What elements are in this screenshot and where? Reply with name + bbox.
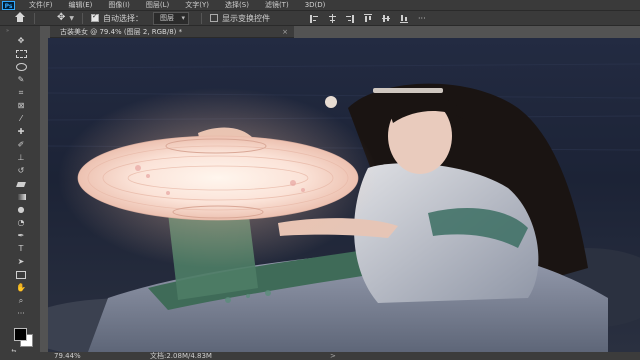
pen-tool-icon[interactable]: ✒ — [15, 232, 27, 240]
more-tools-icon[interactable]: ··· — [15, 310, 27, 318]
move-tool-icon[interactable]: ✥ — [57, 11, 65, 25]
marquee-tool-icon[interactable] — [15, 50, 27, 58]
hand-tool-icon[interactable]: ✋ — [15, 284, 27, 292]
align-center-icon[interactable] — [328, 13, 337, 23]
menu-3d[interactable]: 3D(D) — [297, 0, 334, 10]
document-size-info[interactable]: 文档:2.08M/4.83M — [150, 352, 212, 360]
align-left-icon[interactable] — [310, 14, 319, 23]
toolbox: » ✥ ✎ ⌗ ⊠ ⁄ ✚ ✐ ⊥ ↺ ● ◔ ✒ T ➤ ✋ ⌕ ··· ⇆ — [0, 26, 40, 355]
clone-stamp-tool-icon[interactable]: ⊥ — [15, 154, 27, 162]
divider — [82, 12, 84, 24]
menu-select[interactable]: 选择(S) — [217, 0, 257, 10]
zoom-level[interactable]: 79.44% — [54, 352, 81, 360]
blur-tool-icon[interactable]: ● — [15, 206, 27, 214]
frame-tool-icon[interactable]: ⊠ — [15, 102, 27, 110]
status-menu-arrow-icon[interactable]: > — [330, 352, 336, 360]
document-canvas[interactable] — [48, 38, 640, 352]
divider — [34, 12, 35, 24]
more-options-icon[interactable]: ··· — [418, 14, 426, 23]
dodge-tool-icon[interactable]: ◔ — [15, 219, 27, 227]
gradient-tool-icon[interactable] — [15, 193, 27, 201]
chevron-down-icon[interactable]: ▼ — [69, 15, 74, 22]
type-tool-icon[interactable]: T — [15, 245, 27, 253]
auto-select-checkbox[interactable] — [91, 12, 100, 22]
quick-select-tool-icon[interactable]: ✎ — [15, 76, 27, 84]
menu-image[interactable]: 图像(I) — [100, 0, 138, 10]
eraser-tool-icon[interactable] — [15, 180, 27, 188]
menu-edit[interactable]: 编辑(E) — [61, 0, 101, 10]
toolbox-grip-icon[interactable]: » — [6, 29, 36, 34]
move-tool-icon[interactable]: ✥ — [15, 37, 27, 45]
align-right-icon[interactable] — [346, 14, 355, 23]
eyedropper-tool-icon[interactable]: ⁄ — [15, 115, 27, 123]
menu-bar: Ps 文件(F) 编辑(E) 图像(I) 图层(L) 文字(Y) 选择(S) 滤… — [0, 0, 640, 10]
brush-tool-icon[interactable]: ✐ — [15, 141, 27, 149]
lasso-tool-icon[interactable] — [15, 63, 27, 71]
crop-tool-icon[interactable]: ⌗ — [15, 89, 27, 97]
healing-brush-tool-icon[interactable]: ✚ — [15, 128, 27, 136]
align-bottom-icon[interactable] — [400, 14, 409, 23]
document-title: 古装美女 @ 79.4% (图层 2, RGB/8) * — [60, 28, 183, 36]
menu-layer[interactable]: 图层(L) — [138, 0, 177, 10]
auto-select-label: 自动选择： — [103, 13, 144, 23]
close-tab-icon[interactable]: × — [282, 26, 288, 38]
menu-filter[interactable]: 滤镜(T) — [257, 0, 297, 10]
photoshop-logo[interactable]: Ps — [2, 0, 15, 10]
photo-image — [48, 38, 640, 352]
foreground-color-swatch[interactable] — [14, 328, 27, 341]
history-brush-tool-icon[interactable]: ↺ — [15, 167, 27, 175]
path-select-tool-icon[interactable]: ➤ — [15, 258, 27, 266]
options-bar: ✥ ▼ 自动选择： 图层 显示变换控件 ··· — [0, 10, 640, 26]
align-middle-icon[interactable] — [382, 14, 391, 23]
zoom-tool-icon[interactable]: ⌕ — [15, 297, 27, 305]
show-transform-label: 显示变换控件 — [222, 13, 271, 23]
home-icon[interactable] — [14, 12, 26, 24]
show-transform-checkbox[interactable] — [210, 14, 219, 22]
align-group: ··· — [310, 13, 426, 23]
document-tab[interactable]: 古装美女 @ 79.4% (图层 2, RGB/8) * × — [50, 26, 294, 38]
auto-select-target-dropdown[interactable]: 图层 — [153, 11, 190, 25]
rectangle-tool-icon[interactable] — [15, 271, 27, 279]
menu-type[interactable]: 文字(Y) — [177, 0, 217, 10]
divider — [201, 12, 203, 24]
align-top-icon[interactable] — [364, 13, 373, 23]
menu-file[interactable]: 文件(F) — [21, 0, 61, 10]
status-bar: 79.44% 文档:2.08M/4.83M > — [0, 352, 640, 360]
